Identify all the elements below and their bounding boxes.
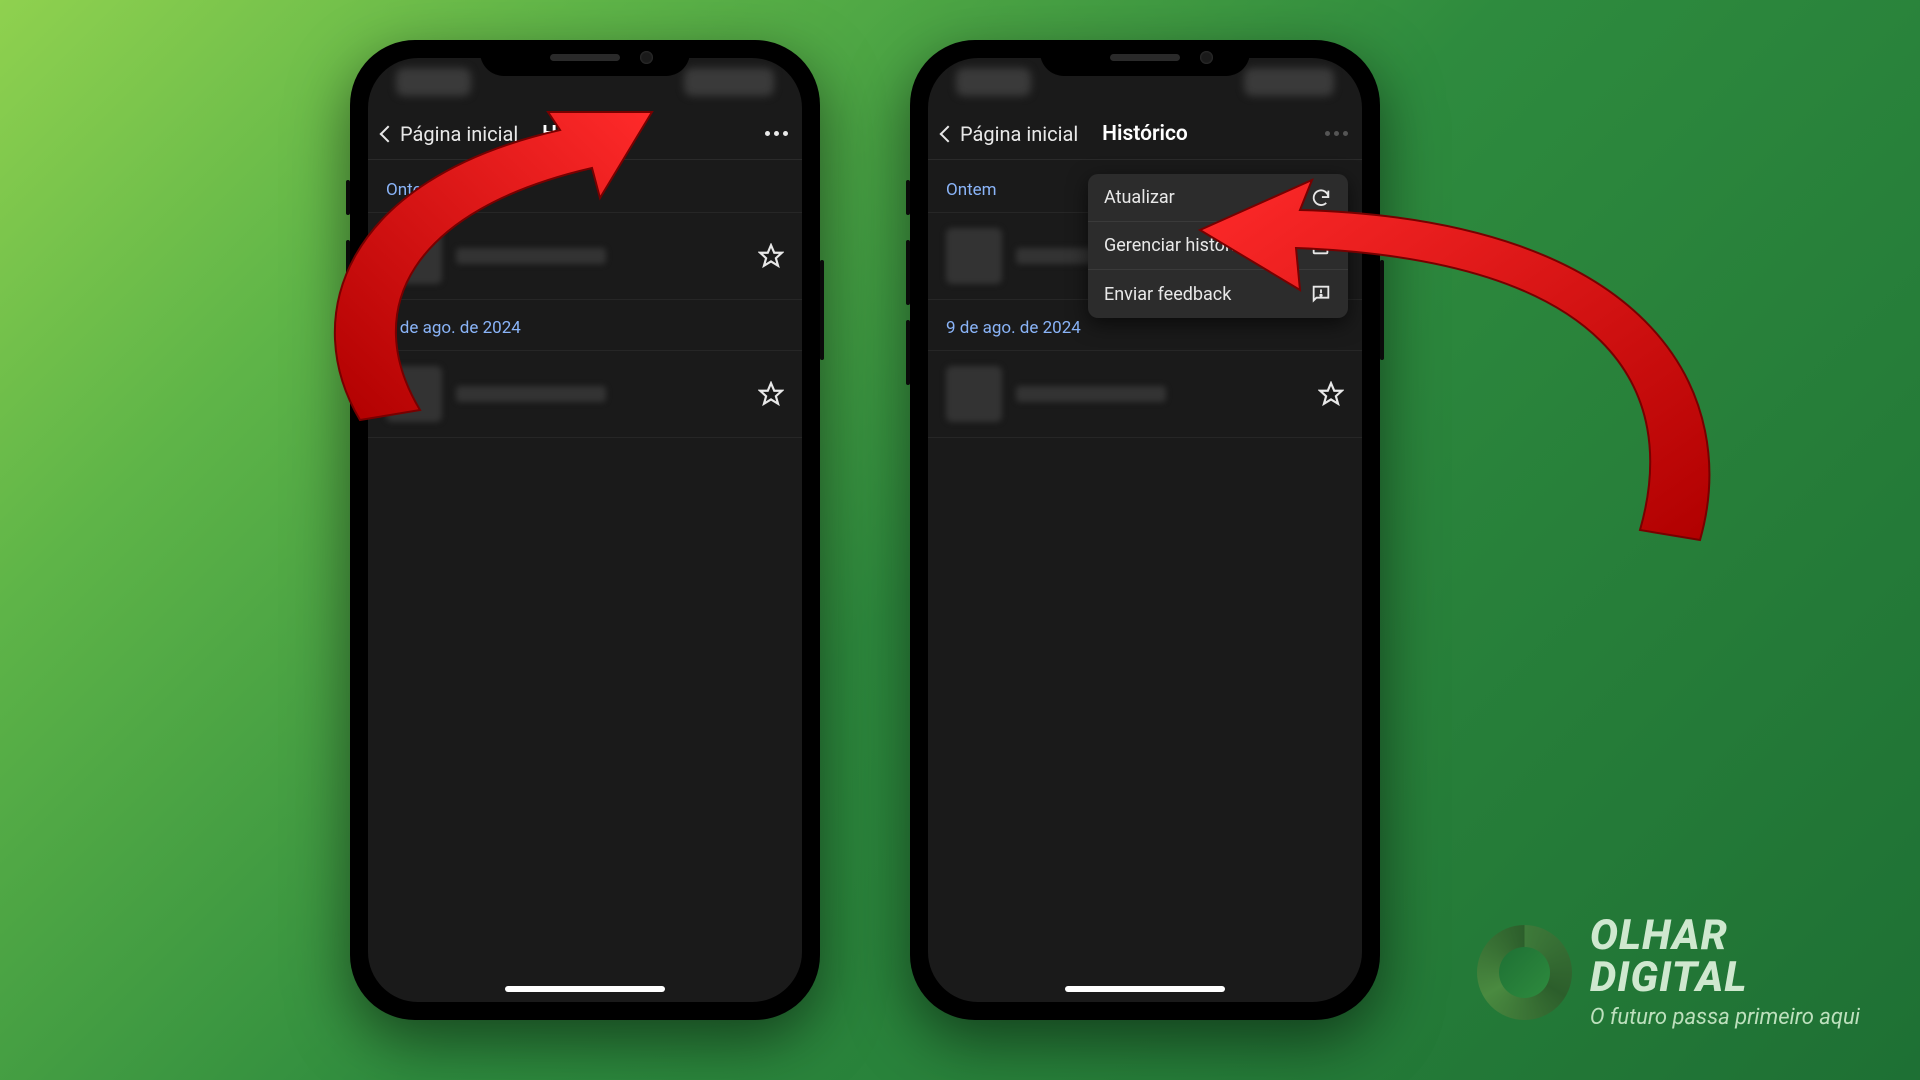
screen-left: Página inicial Histórico Ontem 9 de ago.… — [368, 58, 802, 1002]
history-list: Ontem 9 de ago. de 2024 — [368, 160, 802, 438]
feedback-icon — [1310, 283, 1332, 305]
status-left-blur — [956, 68, 1031, 96]
thumbnail-blur — [946, 228, 1002, 284]
star-icon[interactable] — [758, 381, 784, 407]
overflow-menu: Atualizar Gerenciar histórico Enviar fee… — [1088, 174, 1348, 318]
menu-label: Atualizar — [1104, 187, 1175, 208]
section-date: 9 de ago. de 2024 — [368, 300, 802, 350]
page-title: Histórico — [542, 122, 628, 146]
row-text-blur — [456, 248, 606, 264]
row-text-blur — [456, 386, 606, 402]
status-right-blur — [684, 68, 774, 96]
menu-item-manage-history[interactable]: Gerenciar histórico — [1088, 222, 1348, 270]
brand-logo: OLHAR DIGITAL O futuro passa primeiro aq… — [1477, 915, 1860, 1030]
brand-name-line2: DIGITAL — [1590, 957, 1860, 999]
phone-frame-left: Página inicial Histórico Ontem 9 de ago.… — [350, 40, 820, 1020]
app-header: Página inicial Histórico — [368, 108, 802, 160]
menu-label: Gerenciar histórico — [1104, 235, 1255, 256]
status-right-blur — [1244, 68, 1334, 96]
app-header: Página inicial Histórico — [928, 108, 1362, 160]
brand-ring-icon — [1477, 925, 1572, 1020]
back-label: Página inicial — [400, 122, 518, 146]
thumbnail-blur — [946, 366, 1002, 422]
brand-name-line1: OLHAR — [1590, 915, 1860, 957]
chevron-left-icon — [940, 125, 957, 142]
menu-item-send-feedback[interactable]: Enviar feedback — [1088, 270, 1348, 318]
status-left-blur — [396, 68, 471, 96]
phone-frame-right: Página inicial Histórico Ontem 9 de ago.… — [910, 40, 1380, 1020]
thumbnail-blur — [386, 228, 442, 284]
history-row[interactable] — [368, 212, 802, 300]
back-label: Página inicial — [960, 122, 1078, 146]
star-icon[interactable] — [758, 243, 784, 269]
home-indicator[interactable] — [1065, 986, 1225, 992]
menu-item-refresh[interactable]: Atualizar — [1088, 174, 1348, 222]
more-options-button[interactable] — [765, 131, 788, 136]
open-external-icon — [1310, 235, 1332, 257]
phone-mockups: Página inicial Histórico Ontem 9 de ago.… — [350, 40, 1380, 1020]
home-indicator[interactable] — [505, 986, 665, 992]
back-button[interactable]: Página inicial — [382, 122, 518, 146]
row-text-blur — [1016, 386, 1166, 402]
history-row[interactable] — [368, 350, 802, 438]
section-yesterday: Ontem — [368, 160, 802, 212]
brand-tagline: O futuro passa primeiro aqui — [1590, 1005, 1860, 1030]
back-button[interactable]: Página inicial — [942, 122, 1078, 146]
more-options-button[interactable] — [1325, 131, 1348, 136]
screen-right: Página inicial Histórico Ontem 9 de ago.… — [928, 58, 1362, 1002]
page-title: Histórico — [1102, 122, 1188, 146]
history-row[interactable] — [928, 350, 1362, 438]
thumbnail-blur — [386, 366, 442, 422]
refresh-icon — [1310, 187, 1332, 209]
menu-label: Enviar feedback — [1104, 284, 1231, 305]
chevron-left-icon — [380, 125, 397, 142]
star-icon[interactable] — [1318, 381, 1344, 407]
